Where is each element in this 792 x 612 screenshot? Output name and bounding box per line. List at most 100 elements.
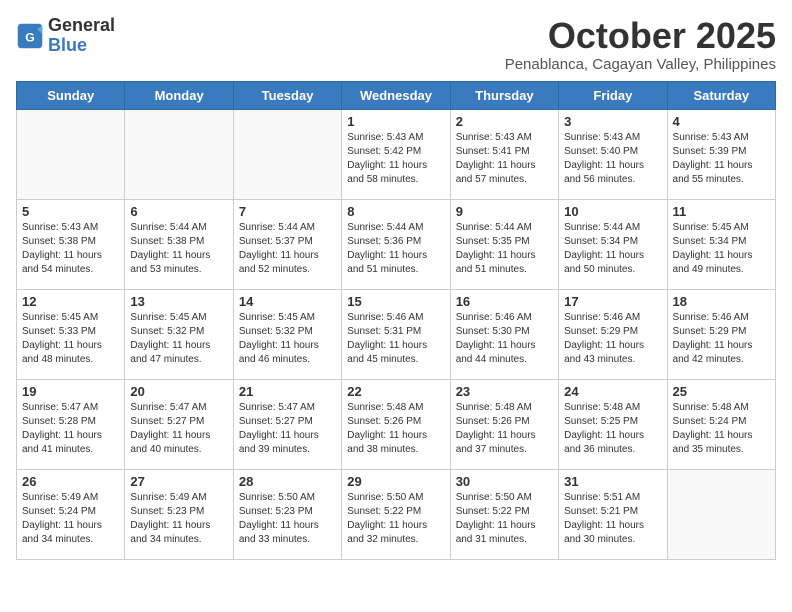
day-number: 8 (347, 204, 444, 219)
day-info: Sunrise: 5:48 AM Sunset: 5:24 PM Dayligh… (673, 401, 770, 457)
calendar-cell: 13Sunrise: 5:45 AM Sunset: 5:32 PM Dayli… (125, 289, 233, 379)
day-number: 22 (347, 384, 444, 399)
day-number: 6 (130, 204, 227, 219)
calendar-cell: 3 Sunrise: 5:43 AM Sunset: 5:40 PM Daylig… (559, 109, 667, 199)
calendar-cell (125, 109, 233, 199)
calendar-cell: 7 Sunrise: 5:44 AM Sunset: 5:37 PM Daylig… (233, 199, 341, 289)
day-number: 16 (456, 294, 553, 309)
col-header-friday: Friday (559, 81, 667, 109)
week-row-1: 1 Sunrise: 5:43 AM Sunset: 5:42 PM Daylig… (17, 109, 776, 199)
week-row-5: 26 Sunrise: 5:49 AM Sunset: 5:24 PM Dayli… (17, 469, 776, 559)
calendar-cell: 26 Sunrise: 5:49 AM Sunset: 5:24 PM Dayli… (17, 469, 125, 559)
day-number: 25 (673, 384, 770, 399)
calendar-cell: 25 Sunrise: 5:48 AM Sunset: 5:24 PM Dayli… (667, 379, 775, 469)
col-header-wednesday: Wednesday (342, 81, 450, 109)
day-info: Sunrise: 5:43 AM Sunset: 5:40 PM Dayligh… (564, 131, 661, 187)
col-header-thursday: Thursday (450, 81, 558, 109)
day-info: Sunrise: 5:46 AM Sunset: 5:31 PM Dayligh… (347, 311, 444, 367)
day-info: Sunrise: 5:49 AM Sunset: 5:23 PM Dayligh… (130, 491, 227, 547)
calendar-cell: 31 Sunrise: 5:51 AM Sunset: 5:21 PM Dayli… (559, 469, 667, 559)
day-info: Sunrise: 5:44 AM Sunset: 5:36 PM Dayligh… (347, 221, 444, 277)
col-header-monday: Monday (125, 81, 233, 109)
day-info: Sunrise: 5:44 AM Sunset: 5:38 PM Dayligh… (130, 221, 227, 277)
calendar-cell: 16 Sunrise: 5:46 AM Sunset: 5:30 PM Dayli… (450, 289, 558, 379)
day-number: 13 (130, 294, 227, 309)
day-number: 1 (347, 114, 444, 129)
day-info: Sunrise: 5:46 AM Sunset: 5:29 PM Dayligh… (564, 311, 661, 367)
day-number: 3 (564, 114, 661, 129)
calendar-cell: 12Sunrise: 5:45 AM Sunset: 5:33 PM Dayli… (17, 289, 125, 379)
calendar-cell: 22 Sunrise: 5:48 AM Sunset: 5:26 PM Dayli… (342, 379, 450, 469)
day-info: Sunrise: 5:45 AM Sunset: 5:33 PM Dayligh… (22, 311, 119, 367)
calendar-cell: 17 Sunrise: 5:46 AM Sunset: 5:29 PM Dayli… (559, 289, 667, 379)
day-number: 11 (673, 204, 770, 219)
day-info: Sunrise: 5:44 AM Sunset: 5:35 PM Dayligh… (456, 221, 553, 277)
subtitle: Penablanca, Cagayan Valley, Philippines (505, 56, 776, 73)
calendar-cell: 9 Sunrise: 5:44 AM Sunset: 5:35 PM Daylig… (450, 199, 558, 289)
day-number: 7 (239, 204, 336, 219)
day-info: Sunrise: 5:50 AM Sunset: 5:22 PM Dayligh… (347, 491, 444, 547)
calendar-cell: 15 Sunrise: 5:46 AM Sunset: 5:31 PM Dayli… (342, 289, 450, 379)
week-row-4: 19 Sunrise: 5:47 AM Sunset: 5:28 PM Dayli… (17, 379, 776, 469)
calendar-cell: 29 Sunrise: 5:50 AM Sunset: 5:22 PM Dayli… (342, 469, 450, 559)
day-number: 14 (239, 294, 336, 309)
calendar-cell: 21 Sunrise: 5:47 AM Sunset: 5:27 PM Dayli… (233, 379, 341, 469)
day-number: 29 (347, 474, 444, 489)
day-info: Sunrise: 5:46 AM Sunset: 5:29 PM Dayligh… (673, 311, 770, 367)
day-info: Sunrise: 5:47 AM Sunset: 5:27 PM Dayligh… (239, 401, 336, 457)
calendar-header-row: SundayMondayTuesdayWednesdayThursdayFrid… (17, 81, 776, 109)
day-info: Sunrise: 5:43 AM Sunset: 5:42 PM Dayligh… (347, 131, 444, 187)
day-info: Sunrise: 5:47 AM Sunset: 5:28 PM Dayligh… (22, 401, 119, 457)
week-row-3: 12Sunrise: 5:45 AM Sunset: 5:33 PM Dayli… (17, 289, 776, 379)
day-number: 19 (22, 384, 119, 399)
day-number: 21 (239, 384, 336, 399)
logo: G General Blue (16, 16, 115, 56)
day-info: Sunrise: 5:48 AM Sunset: 5:26 PM Dayligh… (347, 401, 444, 457)
day-number: 23 (456, 384, 553, 399)
day-number: 17 (564, 294, 661, 309)
svg-text:G: G (25, 30, 35, 44)
calendar-cell (233, 109, 341, 199)
calendar-cell: 20Sunrise: 5:47 AM Sunset: 5:27 PM Dayli… (125, 379, 233, 469)
day-number: 9 (456, 204, 553, 219)
calendar-cell: 2Sunrise: 5:43 AM Sunset: 5:41 PM Daylig… (450, 109, 558, 199)
calendar-table: SundayMondayTuesdayWednesdayThursdayFrid… (16, 81, 776, 560)
day-info: Sunrise: 5:49 AM Sunset: 5:24 PM Dayligh… (22, 491, 119, 547)
calendar-cell: 4Sunrise: 5:43 AM Sunset: 5:39 PM Daylig… (667, 109, 775, 199)
day-number: 27 (130, 474, 227, 489)
day-info: Sunrise: 5:44 AM Sunset: 5:34 PM Dayligh… (564, 221, 661, 277)
calendar-cell (667, 469, 775, 559)
day-info: Sunrise: 5:51 AM Sunset: 5:21 PM Dayligh… (564, 491, 661, 547)
calendar-cell: 1 Sunrise: 5:43 AM Sunset: 5:42 PM Daylig… (342, 109, 450, 199)
calendar-cell: 5Sunrise: 5:43 AM Sunset: 5:38 PM Daylig… (17, 199, 125, 289)
calendar-cell: 24Sunrise: 5:48 AM Sunset: 5:25 PM Dayli… (559, 379, 667, 469)
calendar-cell: 23 Sunrise: 5:48 AM Sunset: 5:26 PM Dayli… (450, 379, 558, 469)
logo-icon: G (16, 22, 44, 50)
header: G General Blue October 2025 Penablanca, … (16, 16, 776, 73)
day-number: 30 (456, 474, 553, 489)
calendar-cell: 27 Sunrise: 5:49 AM Sunset: 5:23 PM Dayli… (125, 469, 233, 559)
title-area: October 2025 Penablanca, Cagayan Valley,… (505, 16, 776, 73)
calendar-cell: 30 Sunrise: 5:50 AM Sunset: 5:22 PM Dayli… (450, 469, 558, 559)
day-info: Sunrise: 5:48 AM Sunset: 5:26 PM Dayligh… (456, 401, 553, 457)
day-info: Sunrise: 5:50 AM Sunset: 5:23 PM Dayligh… (239, 491, 336, 547)
day-number: 20 (130, 384, 227, 399)
day-number: 10 (564, 204, 661, 219)
col-header-sunday: Sunday (17, 81, 125, 109)
day-number: 4 (673, 114, 770, 129)
calendar-cell: 6 Sunrise: 5:44 AM Sunset: 5:38 PM Daylig… (125, 199, 233, 289)
calendar-cell: 28 Sunrise: 5:50 AM Sunset: 5:23 PM Dayli… (233, 469, 341, 559)
day-number: 28 (239, 474, 336, 489)
day-info: Sunrise: 5:50 AM Sunset: 5:22 PM Dayligh… (456, 491, 553, 547)
day-info: Sunrise: 5:46 AM Sunset: 5:30 PM Dayligh… (456, 311, 553, 367)
logo-blue-text: Blue (48, 35, 87, 55)
day-info: Sunrise: 5:45 AM Sunset: 5:32 PM Dayligh… (239, 311, 336, 367)
day-info: Sunrise: 5:44 AM Sunset: 5:37 PM Dayligh… (239, 221, 336, 277)
day-info: Sunrise: 5:45 AM Sunset: 5:34 PM Dayligh… (673, 221, 770, 277)
calendar-cell: 8 Sunrise: 5:44 AM Sunset: 5:36 PM Daylig… (342, 199, 450, 289)
day-number: 15 (347, 294, 444, 309)
calendar-cell: 11 Sunrise: 5:45 AM Sunset: 5:34 PM Dayli… (667, 199, 775, 289)
day-number: 26 (22, 474, 119, 489)
day-number: 31 (564, 474, 661, 489)
col-header-saturday: Saturday (667, 81, 775, 109)
